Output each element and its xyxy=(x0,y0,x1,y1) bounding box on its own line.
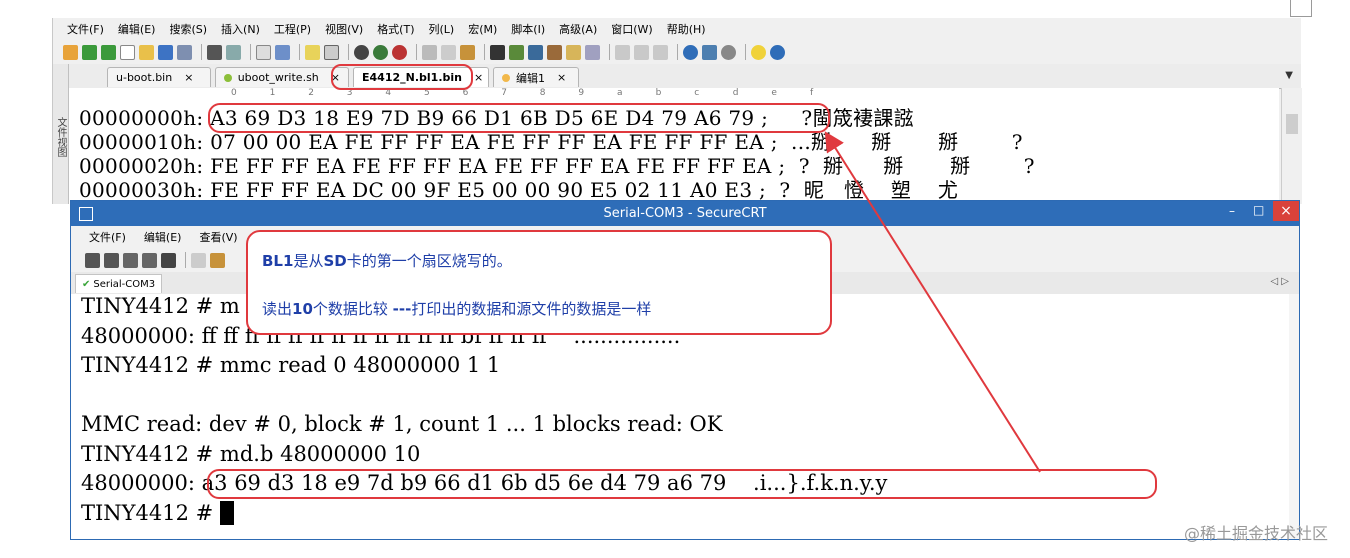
annotation-arrow xyxy=(824,131,1041,473)
watermark: @稀土掘金技术社区 xyxy=(1183,524,1328,543)
